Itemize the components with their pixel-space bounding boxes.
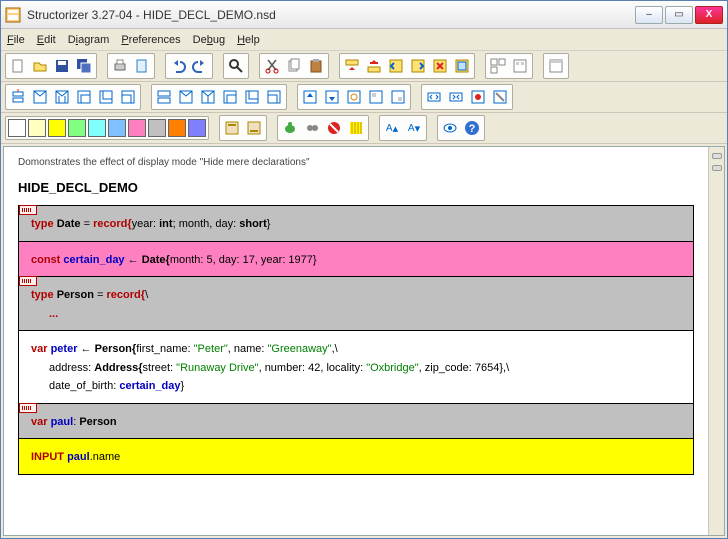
toolbar-row-1 [1, 51, 727, 82]
app-window: Structorizer 3.27-04 - HIDE_DECL_DEMO.ns… [0, 0, 728, 539]
move-down-button[interactable] [321, 86, 343, 108]
insert-before-button[interactable] [341, 55, 363, 77]
menu-edit[interactable]: Edit [37, 34, 56, 46]
highlight-button[interactable] [345, 117, 367, 139]
help-button[interactable]: ? [461, 117, 483, 139]
nsd-case-before[interactable] [51, 86, 73, 108]
collapse2[interactable] [423, 86, 445, 108]
menu-help[interactable]: Help [237, 34, 260, 46]
titlebar: Structorizer 3.27-04 - HIDE_DECL_DEMO.ns… [1, 1, 727, 29]
transmute-button[interactable] [343, 86, 365, 108]
undo-button[interactable] [167, 55, 189, 77]
toolbar-row-2 [1, 82, 727, 113]
color-blue[interactable] [108, 119, 126, 137]
color-purple[interactable] [188, 119, 206, 137]
move-up-button[interactable] [299, 86, 321, 108]
nsd-instr-after[interactable] [153, 86, 175, 108]
outsource-button[interactable] [387, 86, 409, 108]
find-button[interactable] [225, 55, 247, 77]
color-cyan[interactable] [88, 119, 106, 137]
close-button[interactable]: X [695, 6, 723, 24]
delete-button[interactable] [429, 55, 451, 77]
sidebar-grip-icon[interactable] [712, 153, 722, 159]
menu-debug[interactable]: Debug [193, 34, 225, 46]
nsd-repeat-after[interactable] [263, 86, 285, 108]
breakpoint[interactable] [467, 86, 489, 108]
print-button[interactable] [109, 55, 131, 77]
color-palette [5, 116, 209, 140]
nsd-alt-after[interactable] [175, 86, 197, 108]
color-orange[interactable] [168, 119, 186, 137]
color-yellow[interactable] [48, 119, 66, 137]
nsd-for-before[interactable] [73, 86, 95, 108]
minimize-button[interactable]: – [635, 6, 663, 24]
font-up-button[interactable]: A▴ [381, 117, 403, 139]
run-button[interactable] [301, 117, 323, 139]
nsd-instruction-before[interactable] [7, 86, 29, 108]
insert-right-button[interactable] [407, 55, 429, 77]
paste-button[interactable] [305, 55, 327, 77]
nsd-diagram: type Date = record{year: int; month, day… [18, 205, 694, 475]
block-type-person[interactable]: type Person = record{\ ... [19, 277, 693, 331]
right-sidebar [708, 147, 724, 535]
stop-button[interactable] [323, 117, 345, 139]
nsd-while-before[interactable] [95, 86, 117, 108]
diagram-description: Domonstrates the effect of display mode … [18, 157, 694, 168]
color-grey[interactable] [148, 119, 166, 137]
menu-file[interactable]: File [7, 34, 25, 46]
window-button[interactable] [545, 55, 567, 77]
arranger-button[interactable] [509, 55, 531, 77]
nsd-case-after[interactable] [197, 86, 219, 108]
maximize-button[interactable]: ▭ [665, 6, 693, 24]
breakpoint-marker-icon [19, 276, 37, 286]
redo-button[interactable] [189, 55, 211, 77]
block-const-certainday[interactable]: const certain_day ← Date{month: 5, day: … [19, 242, 693, 278]
outsource-top[interactable] [365, 86, 387, 108]
window-title: Structorizer 3.27-04 - HIDE_DECL_DEMO.ns… [27, 8, 635, 22]
disable[interactable] [489, 86, 511, 108]
nsd-while-after[interactable] [241, 86, 263, 108]
open-button[interactable] [29, 55, 51, 77]
turtle-button[interactable] [279, 117, 301, 139]
sidebar-grip-icon[interactable] [712, 165, 722, 171]
export-button[interactable] [131, 55, 153, 77]
eye-button[interactable] [439, 117, 461, 139]
font-down-button[interactable]: A▾ [403, 117, 425, 139]
nsd-alt-before[interactable] [29, 86, 51, 108]
svg-text:?: ? [469, 123, 476, 135]
block-var-paul[interactable]: var paul: Person [19, 404, 693, 440]
color-pink[interactable] [128, 119, 146, 137]
nsd-for-after[interactable] [219, 86, 241, 108]
toolbar-row-3: A▴ A▾ ? [1, 113, 727, 144]
block-input-paulname[interactable]: INPUT paul.name [19, 439, 693, 474]
menubar: File Edit Diagram Preferences Debug Help [1, 29, 727, 51]
color-green[interactable] [68, 119, 86, 137]
arrange-button[interactable] [487, 55, 509, 77]
block-type-date[interactable]: type Date = record{year: int; month, day… [19, 206, 693, 242]
analyser2-button[interactable] [243, 117, 265, 139]
diagram-canvas[interactable]: Domonstrates the effect of display mode … [4, 147, 708, 535]
insert-after-button[interactable] [363, 55, 385, 77]
save-all-button[interactable] [73, 55, 95, 77]
insert-left-button[interactable] [385, 55, 407, 77]
expand2[interactable] [445, 86, 467, 108]
menu-diagram[interactable]: Diagram [68, 34, 110, 46]
block-var-peter[interactable]: var peter ← Person{first_name: "Peter", … [19, 331, 693, 404]
cut-button[interactable] [261, 55, 283, 77]
breakpoint-marker-icon [19, 205, 37, 215]
breakpoint-marker-icon [19, 403, 37, 413]
app-icon [5, 7, 21, 23]
color-lightyellow[interactable] [28, 119, 46, 137]
copy-button[interactable] [283, 55, 305, 77]
collapse-button[interactable] [451, 55, 473, 77]
nsd-repeat-before[interactable] [117, 86, 139, 108]
color-white[interactable] [8, 119, 26, 137]
save-button[interactable] [51, 55, 73, 77]
new-button[interactable] [7, 55, 29, 77]
menu-preferences[interactable]: Preferences [121, 34, 180, 46]
analyser-button[interactable] [221, 117, 243, 139]
program-title: HIDE_DECL_DEMO [18, 180, 694, 195]
content-area: Domonstrates the effect of display mode … [3, 146, 725, 536]
